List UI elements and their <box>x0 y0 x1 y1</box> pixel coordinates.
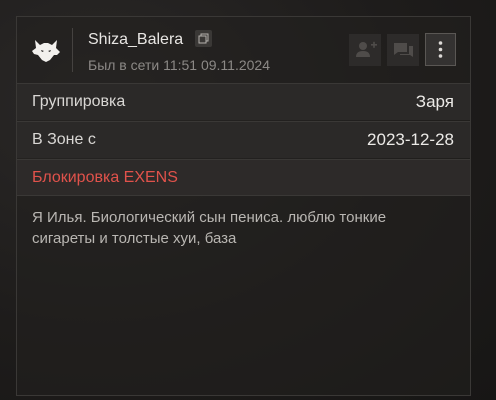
profile-card: Shiza_Balera Был в сети 11:51 09.11.2024 <box>16 16 471 396</box>
zone-since-label: В Зоне с <box>32 131 96 148</box>
page: Shiza_Balera Был в сети 11:51 09.11.2024 <box>0 0 496 400</box>
info-row-group: Группировка Заря <box>17 83 470 120</box>
profile-header: Shiza_Balera Был в сети 11:51 09.11.2024 <box>17 17 470 83</box>
add-friend-button[interactable] <box>349 34 381 66</box>
block-status-label: Блокировка EXENS <box>32 169 178 186</box>
message-icon <box>394 43 413 57</box>
wolf-logo-icon <box>27 31 65 69</box>
zone-since-value: 2023-12-28 <box>367 130 454 149</box>
more-vertical-icon <box>438 41 443 58</box>
group-label: Группировка <box>32 93 126 110</box>
group-value[interactable]: Заря <box>416 92 454 112</box>
copy-username-button[interactable] <box>195 30 212 47</box>
info-row-block-status: Блокировка EXENS <box>17 159 470 196</box>
profile-bio: Я Илья. Биологический сын пениса. люблю … <box>32 209 387 247</box>
add-friend-icon <box>356 41 377 57</box>
header-divider <box>72 28 73 72</box>
more-options-button[interactable] <box>425 33 456 66</box>
message-button[interactable] <box>387 34 419 66</box>
last-seen-status: Был в сети 11:51 09.11.2024 <box>88 57 270 73</box>
info-row-zone-date: В Зоне с 2023-12-28 <box>17 121 470 158</box>
copy-icon <box>198 33 209 44</box>
username: Shiza_Balera <box>88 31 184 48</box>
